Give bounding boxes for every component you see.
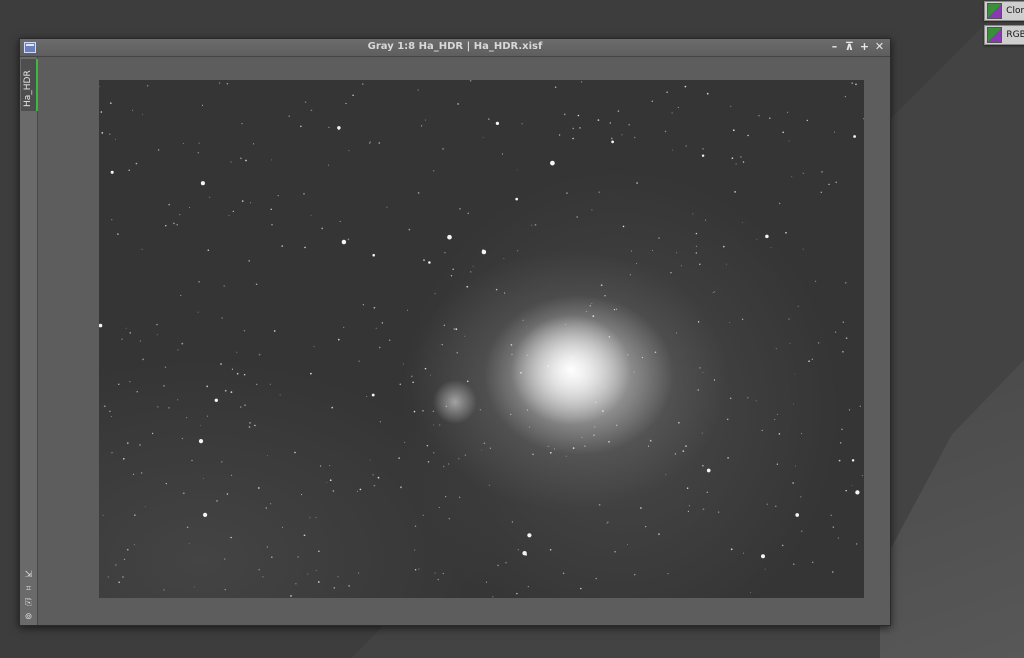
window-title: Gray 1:8 Ha_HDR | Ha_HDR.xisf: [367, 41, 543, 52]
minimize-button[interactable]: –: [828, 40, 841, 54]
desktop-icon-label: Clon: [1006, 6, 1024, 16]
clone-view-icon[interactable]: ⎘: [23, 598, 34, 609]
close-button[interactable]: ✕: [873, 40, 886, 54]
desktop-icon-rgb[interactable]: RGB: [984, 25, 1024, 45]
view-tab-label: Ha_HDR: [23, 70, 33, 107]
view-sidebar: Ha_HDR ⇲ ⌗ ⎘ ⊚: [20, 57, 38, 625]
image-canvas[interactable]: [38, 57, 890, 625]
desktop-decoration: [880, 360, 1024, 658]
window-titlebar[interactable]: Gray 1:8 Ha_HDR | Ha_HDR.xisf – ⊼ + ✕: [20, 39, 890, 57]
star-field: [99, 80, 864, 598]
desktop-icon-clone[interactable]: Clon: [984, 1, 1024, 21]
fit-view-icon[interactable]: ⇲: [23, 570, 34, 581]
view-tab-ha-hdr[interactable]: Ha_HDR: [21, 59, 38, 111]
shade-button[interactable]: ⊼: [843, 40, 856, 54]
settings-icon[interactable]: ⊚: [23, 612, 34, 623]
zoom-icon[interactable]: ⌗: [23, 584, 34, 595]
orion-nebula-image[interactable]: [99, 80, 864, 598]
process-icon: [987, 3, 1003, 19]
image-window[interactable]: Gray 1:8 Ha_HDR | Ha_HDR.xisf – ⊼ + ✕ Ha…: [19, 38, 891, 626]
maximize-button[interactable]: +: [858, 40, 871, 54]
desktop-icon-label: RGB: [1006, 30, 1024, 40]
process-icon: [987, 27, 1003, 43]
